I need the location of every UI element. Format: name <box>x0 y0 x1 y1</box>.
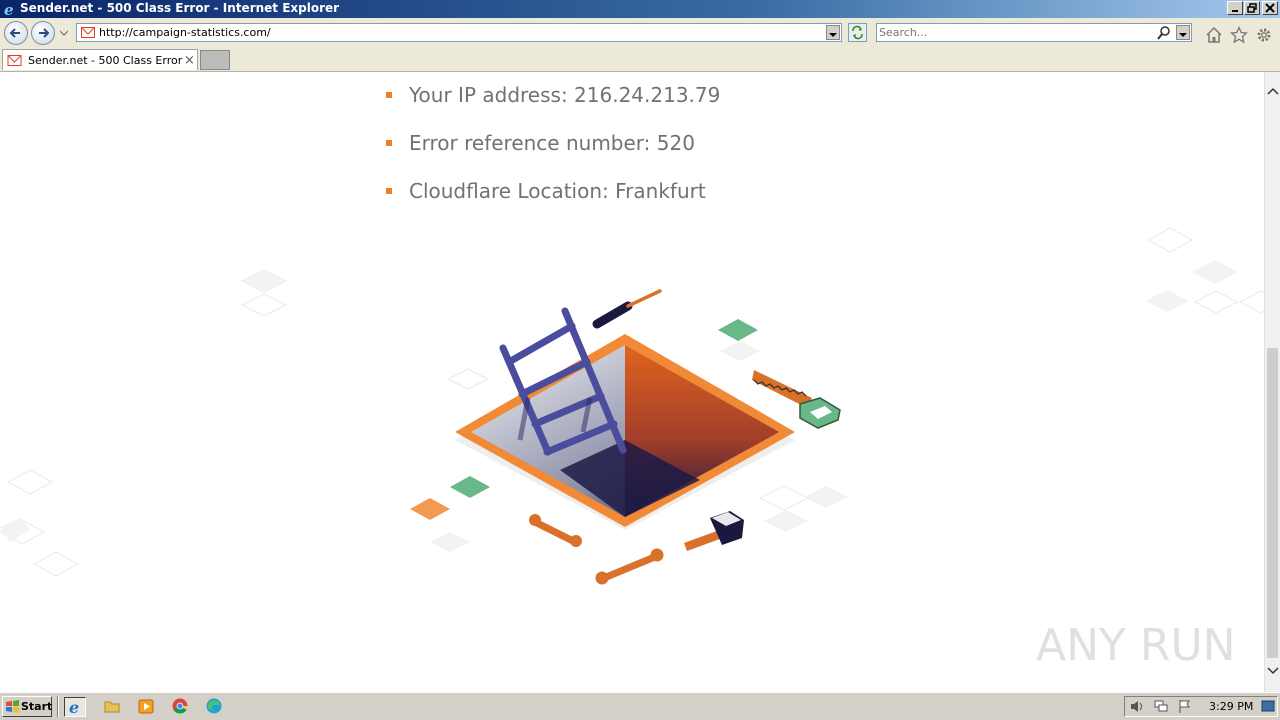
home-icon[interactable] <box>1205 26 1223 44</box>
new-tab-button[interactable] <box>200 50 230 70</box>
search-dropdown-button[interactable] <box>1176 25 1190 40</box>
ip-address-text: Your IP address: 216.24.213.79 <box>409 83 721 107</box>
chevron-down-icon <box>1179 33 1187 37</box>
internet-explorer-icon: e <box>69 698 79 717</box>
search-input[interactable] <box>879 25 1149 40</box>
scrollbar-thumb[interactable] <box>1267 348 1278 658</box>
refresh-button[interactable] <box>848 23 867 42</box>
tools-gear-icon[interactable] <box>1255 26 1273 44</box>
tab-label: Sender.net - 500 Class Error <box>28 54 183 67</box>
address-bar[interactable]: http://campaign-statistics.com/ <box>76 23 842 42</box>
start-button[interactable]: Start <box>2 696 52 717</box>
watermark-text: ANY RUN <box>1036 620 1236 671</box>
close-tab-icon[interactable]: × <box>184 53 195 68</box>
clock[interactable]: 3:29 PM <box>1209 700 1253 713</box>
forward-button[interactable] <box>31 21 55 45</box>
list-item: Cloudflare Location: Frankfurt <box>386 179 720 227</box>
network-icon[interactable] <box>1153 699 1169 714</box>
action-center-flag-icon[interactable] <box>1177 699 1193 714</box>
anyrun-watermark: ANY RUN <box>1036 620 1236 671</box>
address-dropdown-button[interactable] <box>826 25 840 40</box>
windows-flag-icon <box>6 700 19 713</box>
restore-icon <box>1247 3 1257 13</box>
minimize-button[interactable] <box>1227 1 1243 15</box>
edge-icon <box>206 698 222 714</box>
taskbar: Start e 3:29 PM <box>0 692 1280 720</box>
history-dropdown-icon[interactable] <box>60 29 68 37</box>
chevron-down-icon <box>829 33 837 37</box>
vertical-scrollbar[interactable] <box>1264 72 1280 692</box>
address-url[interactable]: http://campaign-statistics.com/ <box>99 26 271 39</box>
taskbar-internet-explorer[interactable]: e <box>64 697 86 717</box>
bullet-marker <box>386 188 392 194</box>
page-content: Your IP address: 216.24.213.79 Error ref… <box>0 72 1264 692</box>
error-details-list: Your IP address: 216.24.213.79 Error ref… <box>386 83 720 227</box>
chrome-icon <box>172 698 188 714</box>
close-window-button[interactable] <box>1262 1 1278 15</box>
scroll-down-arrow-icon[interactable] <box>1267 666 1279 676</box>
volume-icon[interactable] <box>1129 699 1145 714</box>
svg-text:e: e <box>69 698 79 716</box>
error-reference-text: Error reference number: 520 <box>409 131 695 155</box>
taskbar-media-player[interactable] <box>136 697 158 717</box>
search-box[interactable] <box>876 23 1192 42</box>
start-label: Start <box>21 700 53 713</box>
svg-text:e: e <box>4 1 14 17</box>
tab-bar: Sender.net - 500 Class Error × <box>0 48 1280 72</box>
system-tray: 3:29 PM <box>1124 696 1278 717</box>
list-item: Your IP address: 216.24.213.79 <box>386 83 720 131</box>
show-desktop-icon[interactable] <box>1261 699 1275 713</box>
title-bar: e Sender.net - 500 Class Error - Interne… <box>0 0 1280 18</box>
forward-arrow-icon <box>39 28 50 38</box>
hole-with-tools-illustration <box>410 289 841 585</box>
favorites-star-icon[interactable] <box>1230 26 1248 44</box>
back-button[interactable] <box>4 21 28 45</box>
tab-active[interactable]: Sender.net - 500 Class Error × <box>2 49 198 70</box>
envelope-icon <box>7 55 22 66</box>
bullet-marker <box>386 140 392 146</box>
list-item: Error reference number: 520 <box>386 131 720 179</box>
taskbar-separator <box>57 696 59 717</box>
internet-explorer-icon: e <box>4 1 14 17</box>
envelope-icon <box>81 27 95 38</box>
window-title: Sender.net - 500 Class Error - Internet … <box>20 1 340 15</box>
minimize-icon <box>1232 10 1238 12</box>
back-arrow-icon <box>9 28 20 38</box>
restore-button[interactable] <box>1244 1 1260 15</box>
taskbar-explorer[interactable] <box>102 697 124 717</box>
close-icon <box>1265 3 1275 13</box>
search-icon[interactable] <box>1157 26 1171 40</box>
navigation-bar: http://campaign-statistics.com/ <box>0 18 1280 49</box>
media-player-icon <box>138 699 154 714</box>
bullet-marker <box>386 92 392 98</box>
folder-icon <box>104 701 120 713</box>
taskbar-edge[interactable] <box>204 697 226 717</box>
scroll-up-arrow-icon[interactable] <box>1267 86 1279 96</box>
taskbar-chrome[interactable] <box>170 697 192 717</box>
refresh-icon <box>852 25 863 40</box>
cloudflare-location-text: Cloudflare Location: Frankfurt <box>409 179 706 203</box>
